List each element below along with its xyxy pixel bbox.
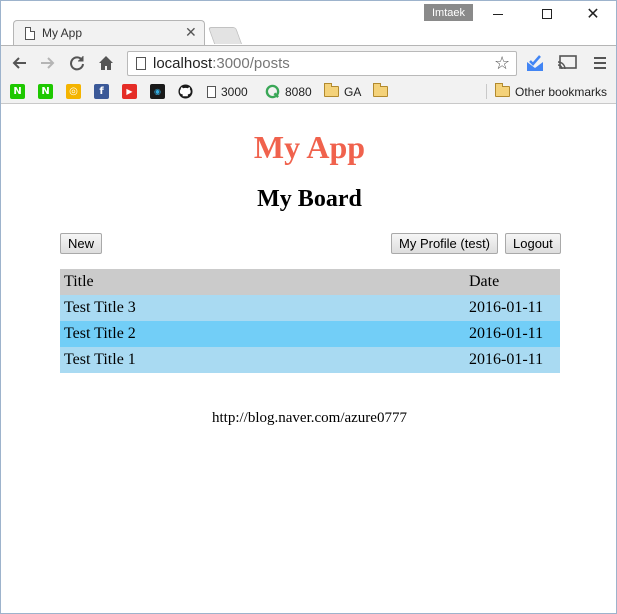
maximize-button[interactable] <box>532 5 562 23</box>
bookmark-facebook[interactable]: f <box>94 83 109 100</box>
close-icon: ✕ <box>586 6 600 23</box>
bookmark-label: Other bookmarks <box>515 84 608 99</box>
post-date: 2016-01-11 <box>469 351 544 368</box>
menu-icon[interactable] <box>590 54 610 72</box>
post-title[interactable]: Test Title 1 <box>60 347 465 373</box>
bookmarks-separator <box>486 84 487 99</box>
reload-icon <box>70 56 84 71</box>
post-title[interactable]: Test Title 2 <box>60 321 465 347</box>
forward-button[interactable] <box>37 52 59 74</box>
tab-close-icon[interactable]: ✕ <box>185 24 197 41</box>
home-button[interactable] <box>95 52 117 74</box>
bookmark-label: GA <box>344 84 362 99</box>
post-date: 2016-01-11 <box>469 299 544 316</box>
bookmark-youtube[interactable]: ▶ <box>122 83 137 100</box>
app-title: My App <box>253 129 366 165</box>
folder-icon <box>495 83 510 97</box>
bookmark-3000[interactable]: 3000 <box>207 83 248 100</box>
bookmark-label: 8080 <box>285 84 312 99</box>
page-content: My App My Board New My Profile (test) Lo… <box>1 105 616 613</box>
naver-n-icon: N <box>38 84 53 99</box>
table-row[interactable]: Test Title 3 2016-01-11 <box>60 295 560 321</box>
board-title: My Board <box>257 186 362 212</box>
youtube-icon: ▶ <box>122 84 137 99</box>
close-window-button[interactable]: ✕ <box>578 5 608 23</box>
lightbulb-icon: ◎ <box>66 84 81 99</box>
bookmarks-bar: N N ◎ f ▶ ◉ 3000 8080 GA Other bookmarks <box>1 79 616 104</box>
reload-button[interactable] <box>66 52 88 74</box>
post-title[interactable]: Test Title 3 <box>60 295 465 321</box>
address-bar[interactable]: localhost:3000/posts ☆ <box>127 51 517 76</box>
url-host: localhost <box>153 55 213 72</box>
table-row[interactable]: Test Title 1 2016-01-11 <box>60 347 560 373</box>
profile-badge[interactable]: Imtaek <box>424 4 473 21</box>
my-profile-button[interactable]: My Profile (test) <box>391 233 499 254</box>
home-icon <box>99 56 113 70</box>
bookmark-folder-ga[interactable]: GA <box>324 83 361 100</box>
column-header-date: Date <box>469 273 500 290</box>
bookmark-app[interactable]: ◉ <box>150 83 165 100</box>
naver-n-icon: N <box>10 84 25 99</box>
cast-icon[interactable] <box>557 54 577 72</box>
bookmark-label: 3000 <box>221 84 248 99</box>
bookmark-naver-1[interactable]: N <box>10 83 25 100</box>
minimize-icon <box>493 13 503 15</box>
bookmark-naver-2[interactable]: N <box>38 83 53 100</box>
column-header-title: Title <box>64 273 94 290</box>
back-button[interactable] <box>8 52 30 74</box>
maximize-icon <box>542 9 552 19</box>
footer-blog-link[interactable]: http://blog.naver.com/azure0777 <box>1 410 616 427</box>
table-header-row: Title Date <box>60 269 560 295</box>
bookmark-star-icon[interactable]: ☆ <box>494 53 510 74</box>
table-row[interactable]: Test Title 2 2016-01-11 <box>60 321 560 347</box>
bookmark-other[interactable]: Other bookmarks <box>495 83 607 100</box>
folder-icon <box>373 83 388 97</box>
q-icon <box>265 84 280 99</box>
new-post-button[interactable]: New <box>60 233 103 254</box>
page-icon <box>25 27 35 40</box>
back-arrow-icon <box>12 57 26 69</box>
tab-title: My App <box>42 26 83 40</box>
app-icon: ◉ <box>150 84 165 99</box>
bookmark-folder[interactable] <box>373 83 388 100</box>
new-tab-button[interactable] <box>207 27 243 44</box>
page-icon <box>207 85 216 98</box>
forward-arrow-icon <box>41 57 55 69</box>
folder-icon <box>324 83 339 97</box>
bookmark-lightbulb[interactable]: ◎ <box>66 83 81 100</box>
facebook-icon: f <box>94 84 109 99</box>
minimize-button[interactable] <box>483 5 513 23</box>
tab-content[interactable]: My App ✕ <box>13 20 205 46</box>
title-bar: My App ✕ Imtaek ✕ <box>1 1 616 46</box>
page-icon <box>136 57 146 70</box>
logout-button[interactable]: Logout <box>505 233 561 254</box>
post-date: 2016-01-11 <box>469 325 544 342</box>
bookmark-github[interactable] <box>178 83 193 100</box>
url-text[interactable]: localhost:3000/posts <box>153 55 290 72</box>
posts-table: Title Date Test Title 3 2016-01-11 Test … <box>60 269 560 373</box>
url-path: :3000/posts <box>212 55 290 72</box>
browser-toolbar: localhost:3000/posts ☆ <box>1 45 616 79</box>
inbox-extension-icon[interactable] <box>525 54 545 72</box>
browser-window: My App ✕ Imtaek ✕ localhost:3000/posts ☆ <box>0 0 617 614</box>
github-icon <box>178 84 193 99</box>
bookmark-8080[interactable]: 8080 <box>265 83 312 100</box>
